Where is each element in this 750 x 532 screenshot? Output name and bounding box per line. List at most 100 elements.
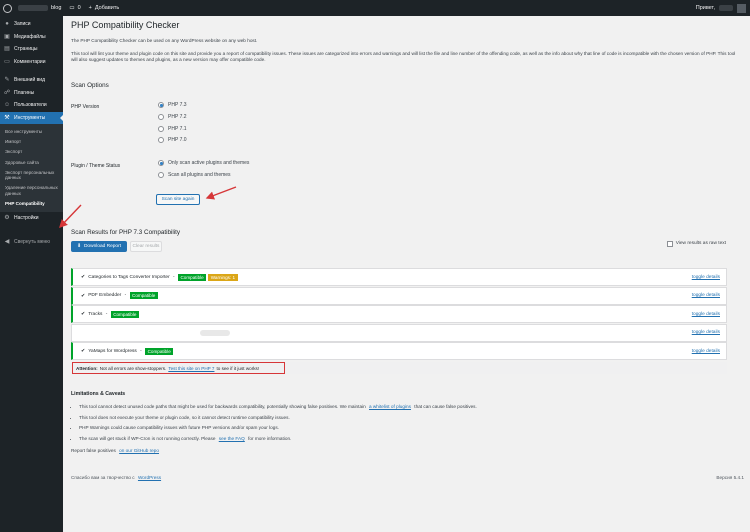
sidebar-item-pages[interactable]: ▤ Страницы bbox=[0, 43, 63, 56]
new-content-link[interactable]: + Добавить bbox=[85, 5, 124, 11]
submenu-export[interactable]: Экспорт bbox=[0, 147, 63, 157]
attention-text-2: to see if it just works! bbox=[216, 365, 260, 371]
php-version-label: PHP Version bbox=[71, 104, 100, 110]
radio-scan-all[interactable]: Scan all plugins and themes bbox=[158, 172, 231, 178]
result-name: Categories to Tags Converter Importer bbox=[88, 274, 170, 280]
sidebar-item-label: Внешний вид bbox=[14, 77, 45, 84]
sidebar-item-posts[interactable]: ● Записи bbox=[0, 18, 63, 31]
tools-submenu: Все инструменты Импорт Экспорт Здоровье … bbox=[0, 124, 63, 212]
radio-php-71[interactable]: PHP 7.1 bbox=[158, 126, 187, 132]
radio-active-only[interactable]: Only scan active plugins and themes bbox=[158, 160, 249, 166]
submenu-erase-personal-data[interactable]: Удаление персональных данных bbox=[0, 183, 63, 199]
radio-label: PHP 7.0 bbox=[168, 137, 187, 143]
check-icon: ✔ bbox=[81, 348, 86, 354]
download-report-button[interactable]: ⬇ Download Report bbox=[71, 241, 127, 252]
submenu-export-personal-data[interactable]: Экспорт персональных данных bbox=[0, 167, 63, 183]
result-row: ✔ YaMaps for Wordpress - Compatible togg… bbox=[71, 342, 727, 360]
raw-text-label: View results as raw text bbox=[675, 241, 726, 247]
compatible-badge: Compatible bbox=[110, 310, 139, 318]
users-icon: ☺ bbox=[4, 102, 11, 109]
result-name: Tracks bbox=[88, 311, 103, 317]
submenu-import[interactable]: Импорт bbox=[0, 137, 63, 147]
sidebar-item-appearance[interactable]: ✎ Внешний вид bbox=[0, 74, 63, 87]
check-icon: ✔ bbox=[81, 292, 86, 299]
compatible-badge: Compatible bbox=[145, 347, 174, 355]
limit-item: PHP Warnings could cause compatibility i… bbox=[79, 423, 477, 434]
sidebar-item-settings[interactable]: ⚙ Настройки bbox=[0, 212, 63, 225]
admin-sidebar: ● Записи ▣ Медиафайлы ▤ Страницы ▭ Комментар… bbox=[0, 16, 63, 532]
wordpress-link[interactable]: WordPress bbox=[138, 475, 161, 480]
submenu-php-compatibility[interactable]: PHP Compatibility bbox=[0, 199, 63, 209]
new-content-label: Добавить bbox=[94, 5, 120, 11]
wrench-icon: ⚒ bbox=[4, 114, 10, 121]
comment-icon: ▭ bbox=[4, 58, 10, 65]
media-icon: ▣ bbox=[4, 33, 10, 40]
intro-line: The PHP Compatibility Checker can be use… bbox=[71, 38, 258, 43]
check-icon: ✔ bbox=[81, 311, 86, 317]
sidebar-item-label: Настройки bbox=[14, 214, 39, 221]
collapse-icon: ◀ bbox=[4, 239, 10, 246]
radio-php-73[interactable]: PHP 7.3 bbox=[158, 102, 187, 108]
sidebar-item-label: Страницы bbox=[14, 46, 38, 53]
sidebar-item-media[interactable]: ▣ Медиафайлы bbox=[0, 31, 63, 44]
comment-icon: ▭ bbox=[69, 5, 75, 11]
submenu-all-tools[interactable]: Все инструменты bbox=[0, 127, 63, 137]
site-name-link[interactable]: blog bbox=[14, 5, 65, 11]
radio-label: PHP 7.3 bbox=[168, 102, 187, 108]
clear-results-button[interactable]: Clear results bbox=[130, 241, 162, 252]
radio-label: PHP 7.2 bbox=[168, 114, 187, 120]
faq-link[interactable]: see the FAQ bbox=[219, 436, 245, 441]
raw-text-toggle[interactable]: View results as raw text bbox=[667, 241, 726, 247]
radio-php-72[interactable]: PHP 7.2 bbox=[158, 114, 187, 120]
main-content: PHP Compatibility Checker The PHP Compat… bbox=[63, 16, 750, 532]
toggle-details-link[interactable]: toggle details bbox=[692, 293, 720, 298]
report-false-positives: Report false positives on our GitHub rep… bbox=[71, 448, 160, 453]
results-list: ✔ Categories to Tags Converter Importer … bbox=[71, 268, 727, 361]
result-name: PDF Embedder bbox=[88, 293, 122, 298]
radio-unchecked bbox=[158, 114, 164, 120]
sidebar-item-label: Записи bbox=[14, 21, 31, 28]
site-name-label: blog bbox=[51, 5, 62, 11]
settings-icon: ⚙ bbox=[4, 214, 10, 221]
results-heading: Scan Results for PHP 7.3 Compatibility bbox=[71, 229, 181, 236]
radio-unchecked bbox=[158, 172, 164, 178]
toggle-details-link[interactable]: toggle details bbox=[692, 275, 720, 280]
comments-link[interactable]: ▭ 0 bbox=[65, 5, 84, 11]
toggle-details-link[interactable]: toggle details bbox=[692, 349, 720, 354]
page-title: PHP Compatibility Checker bbox=[71, 20, 180, 30]
radio-unchecked bbox=[158, 137, 164, 143]
my-account-link[interactable]: Привет, bbox=[696, 3, 750, 13]
limits-heading: Limitations & Caveats bbox=[71, 391, 126, 397]
whitelist-link[interactable]: a whitelist of plugins bbox=[369, 404, 411, 409]
result-row: ✔ Categories to Tags Converter Importer … bbox=[71, 268, 727, 286]
sidebar-item-comments[interactable]: ▭ Комментарии bbox=[0, 56, 63, 69]
warnings-badge: Warnings: 1 bbox=[208, 273, 238, 281]
sidebar-item-users[interactable]: ☺ Пользователи bbox=[0, 99, 63, 112]
toggle-details-link[interactable]: toggle details bbox=[692, 330, 720, 335]
radio-php-70[interactable]: PHP 7.0 bbox=[158, 137, 187, 143]
blurred-username bbox=[719, 5, 733, 11]
blurred-site-name bbox=[18, 5, 48, 11]
limits-list: This tool cannot detect unused code path… bbox=[79, 402, 477, 444]
download-icon: ⬇ bbox=[76, 244, 81, 249]
footer-version: Версия 5.4.1 bbox=[716, 475, 744, 480]
raw-text-checkbox[interactable] bbox=[667, 241, 673, 247]
result-row-blurred: toggle details bbox=[71, 323, 727, 342]
sidebar-item-label: Комментарии bbox=[14, 58, 46, 65]
sidebar-item-plugins[interactable]: ☍ Плагины bbox=[0, 87, 63, 100]
sidebar-item-tools[interactable]: ⚒ Инструменты bbox=[0, 111, 63, 124]
toggle-details-link[interactable]: toggle details bbox=[692, 312, 720, 317]
submenu-site-health[interactable]: Здоровье сайта bbox=[0, 157, 63, 167]
scan-site-button[interactable]: Scan site again bbox=[156, 194, 200, 205]
sidebar-item-label: Плагины bbox=[14, 89, 35, 96]
sidebar-item-label: Инструменты bbox=[14, 114, 46, 121]
compatible-badge: Compatible bbox=[129, 292, 158, 299]
github-link[interactable]: on our GitHub repo bbox=[119, 448, 159, 453]
footer-thanks: Спасибо вам за творчество с WordPress bbox=[71, 475, 162, 480]
wordpress-logo-icon[interactable] bbox=[0, 0, 14, 16]
blurred-content bbox=[200, 329, 230, 336]
scan-options-heading: Scan Options bbox=[71, 82, 109, 89]
sidebar-item-collapse[interactable]: ◀ Свернуть меню bbox=[0, 236, 63, 249]
brush-icon: ✎ bbox=[4, 77, 10, 84]
test-php7-link[interactable]: Test this site on PHP 7 bbox=[168, 366, 214, 371]
